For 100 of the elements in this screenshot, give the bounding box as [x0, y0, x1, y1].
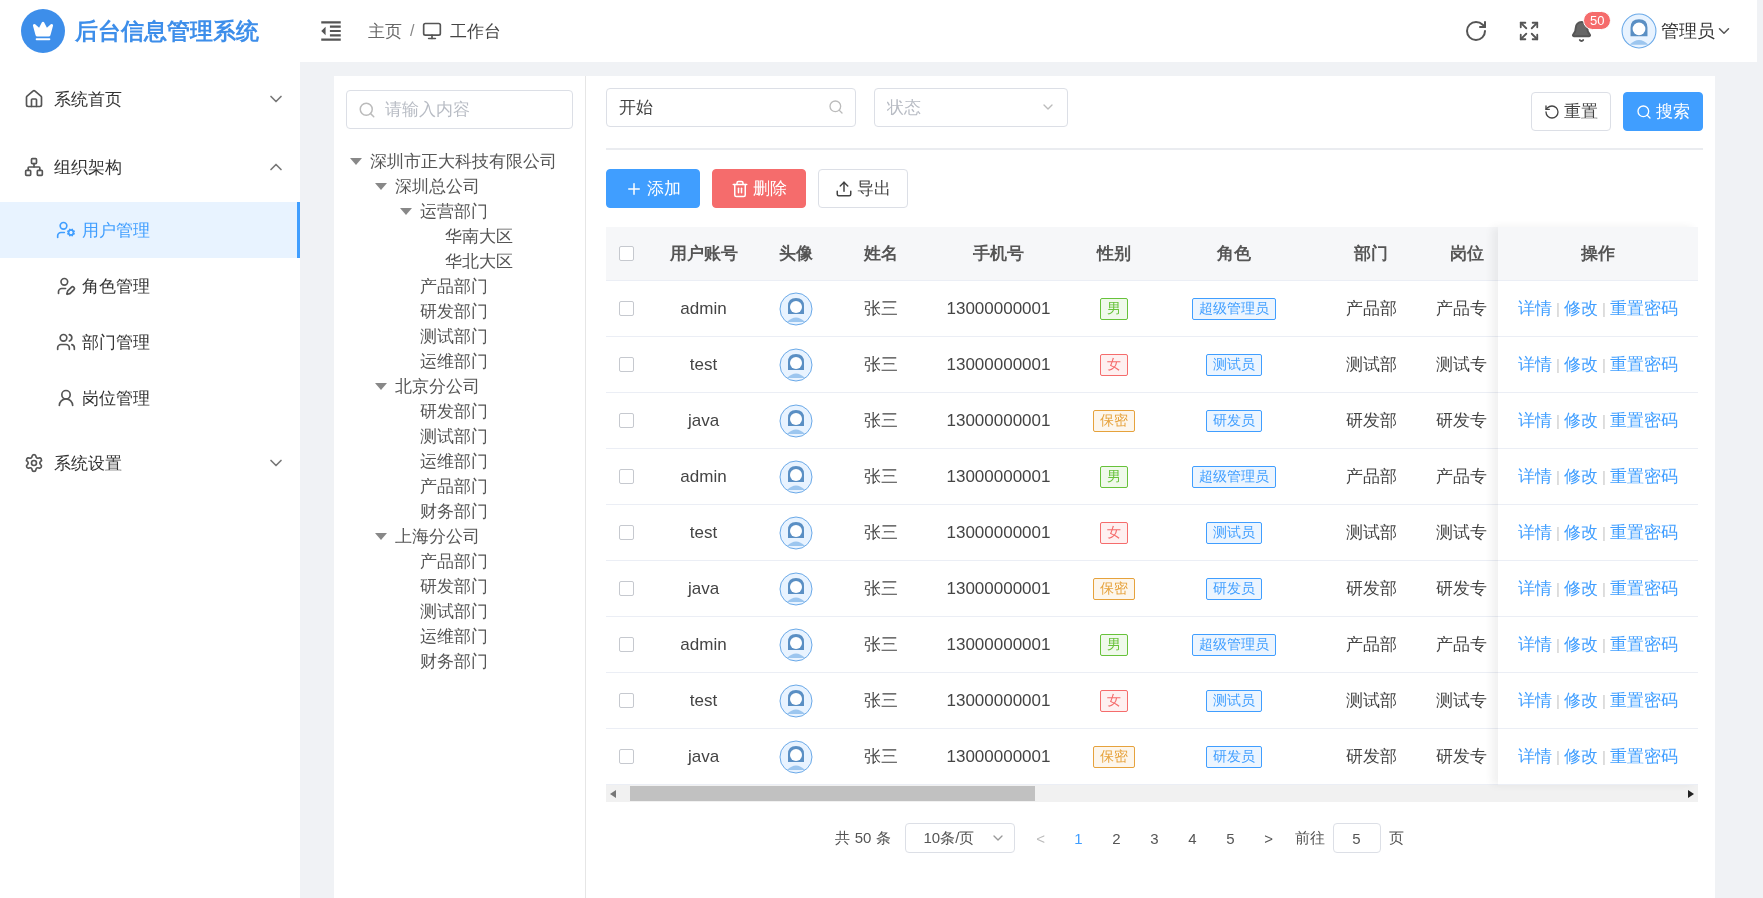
avatar	[779, 627, 813, 662]
gender-tag: 男	[1099, 633, 1128, 656]
gender-tag: 女	[1099, 689, 1128, 712]
table-cell-text: 张三	[863, 466, 899, 488]
row-checkbox[interactable]	[618, 525, 634, 540]
avatar	[779, 347, 813, 382]
users-icon	[56, 332, 76, 352]
tree-node[interactable]: 运营部门	[420, 200, 488, 223]
tree-node[interactable]: 上海分公司	[395, 525, 480, 548]
tree-node[interactable]: 北京分公司	[395, 375, 480, 398]
row-checkbox[interactable]	[618, 749, 634, 764]
page-suffix: 页	[1388, 828, 1404, 848]
home-icon	[24, 89, 44, 109]
link-separator: |	[1602, 356, 1606, 373]
menu-item[interactable]: 系统首页	[0, 68, 300, 130]
tree-node[interactable]: 研发部门	[420, 400, 488, 423]
export-button[interactable]: 导出	[818, 169, 908, 208]
menu-item[interactable]: 系统设置	[0, 432, 300, 494]
tree-node[interactable]: 研发部门	[420, 300, 488, 323]
link-separator: |	[1556, 748, 1560, 765]
row-checkbox[interactable]	[618, 637, 634, 652]
tree-node[interactable]: 财务部门	[420, 650, 488, 673]
row-checkbox[interactable]	[618, 413, 634, 428]
caret-icon[interactable]	[375, 532, 387, 541]
status-select[interactable]: 状态	[874, 88, 1068, 127]
link-separator: |	[1556, 692, 1560, 709]
caret-icon[interactable]	[350, 157, 362, 166]
refresh-icon[interactable]	[1464, 19, 1488, 43]
reset-button[interactable]: 重置	[1531, 92, 1611, 131]
tree-node[interactable]: 深圳市正大科技有限公司	[370, 150, 557, 173]
tree-node[interactable]: 测试部门	[420, 425, 488, 448]
tree-node[interactable]: 华南大区	[445, 225, 513, 248]
breadcrumb-current: 工作台	[450, 20, 502, 43]
column-header: 手机号	[972, 243, 1025, 265]
select-all-checkbox[interactable]	[618, 246, 634, 261]
caret-icon[interactable]	[375, 382, 387, 391]
scroll-left-icon[interactable]	[610, 789, 616, 798]
tree-node[interactable]: 运维部门	[420, 350, 488, 373]
row-checkbox[interactable]	[618, 301, 634, 316]
table-cell-text: 产品专	[1436, 466, 1488, 488]
horizontal-scrollbar[interactable]	[606, 785, 1698, 802]
row-checkbox[interactable]	[618, 693, 634, 708]
fullscreen-icon[interactable]	[1518, 20, 1540, 42]
table-cell-text: 张三	[863, 578, 899, 600]
user-name[interactable]: 管理员	[1661, 19, 1715, 43]
tree-node[interactable]: 运维部门	[420, 625, 488, 648]
column-header: 部门	[1353, 243, 1389, 265]
next-page-button[interactable]: >	[1256, 829, 1281, 847]
collapse-menu-icon[interactable]	[318, 18, 344, 44]
role-tag: 测试员	[1205, 689, 1262, 712]
gender-tag: 保密	[1092, 409, 1135, 432]
tree-node[interactable]: 产品部门	[420, 275, 488, 298]
tree-node[interactable]: 运维部门	[420, 450, 488, 473]
table-cell-text: 产品部	[1344, 634, 1398, 656]
page-number[interactable]: 2	[1104, 829, 1129, 847]
avatar	[779, 739, 813, 774]
column-header: 操作	[1581, 243, 1615, 265]
tree-node[interactable]: 深圳总公司	[395, 175, 480, 198]
tree-node[interactable]: 华北大区	[445, 250, 513, 273]
caret-icon[interactable]	[375, 182, 387, 191]
page-number[interactable]: 4	[1180, 829, 1205, 847]
table-cell-text: 张三	[863, 410, 899, 432]
row-checkbox[interactable]	[618, 581, 634, 596]
link-separator: |	[1556, 356, 1560, 373]
avatar	[779, 683, 813, 718]
keyword-field[interactable]: 开始	[606, 88, 856, 127]
menu-item[interactable]: 组织架构	[0, 136, 300, 198]
goto-page-field[interactable]: 5	[1332, 823, 1381, 853]
link-separator: |	[1602, 636, 1606, 653]
page-number[interactable]: 3	[1142, 829, 1167, 847]
caret-icon[interactable]	[400, 207, 412, 216]
table-cell-text: 研发部	[1344, 578, 1398, 600]
table-cell-text: 测试部	[1344, 522, 1398, 544]
table-cell-text: 13000000001	[945, 522, 1052, 543]
row-checkbox[interactable]	[618, 469, 634, 484]
search-icon	[828, 99, 844, 115]
page-size-select[interactable]: 10条/页	[904, 823, 1015, 853]
breadcrumb-link[interactable]: 主页	[368, 19, 402, 43]
tree-node[interactable]: 研发部门	[420, 575, 488, 598]
tree-node[interactable]: 产品部门	[420, 550, 488, 573]
page-number[interactable]: 5	[1218, 829, 1243, 847]
table-cell-text: 张三	[863, 634, 899, 656]
role-tag: 研发员	[1205, 745, 1262, 768]
role-tag: 测试员	[1205, 521, 1262, 544]
link-separator: |	[1556, 524, 1560, 541]
tree-search-field[interactable]: 请输入内容	[346, 90, 573, 129]
scroll-right-icon[interactable]	[1688, 789, 1694, 798]
tree-node[interactable]: 财务部门	[420, 500, 488, 523]
table-cell-text: test	[688, 690, 719, 711]
table-cell-text: 13000000001	[945, 746, 1052, 767]
row-checkbox[interactable]	[618, 357, 634, 372]
table-cell-text: 研发专	[1436, 746, 1488, 768]
column-header: 性别	[1095, 243, 1132, 265]
user-edit-icon	[56, 276, 76, 296]
tree-node[interactable]: 测试部门	[420, 600, 488, 623]
table-cell-text: test	[688, 522, 719, 543]
tree-node[interactable]: 测试部门	[420, 325, 488, 348]
role-tag: 研发员	[1205, 409, 1262, 432]
tree-node[interactable]: 产品部门	[420, 475, 488, 498]
column-header: 姓名	[862, 243, 899, 265]
